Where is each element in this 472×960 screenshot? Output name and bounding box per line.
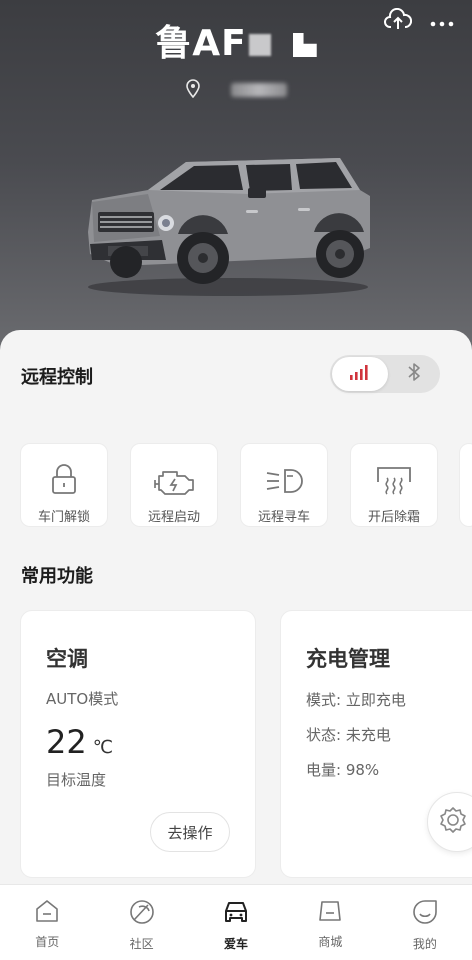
license-plate-text: 鲁AF: [155, 23, 247, 64]
top-actions: [384, 7, 454, 36]
shop-icon: [317, 899, 343, 927]
more-icon[interactable]: [430, 13, 454, 32]
remote-start-button[interactable]: 远程启动: [130, 443, 218, 527]
home-icon: [34, 899, 60, 927]
vehicle-location[interactable]: [0, 78, 472, 102]
more-control-peek[interactable]: [459, 443, 472, 527]
battery-level: 电量: 98%: [306, 761, 380, 779]
tab-label: 首页: [35, 935, 60, 949]
control-label: 远程寻车: [257, 510, 310, 525]
charging-title: 充电管理: [306, 647, 390, 671]
lock-icon: [49, 450, 79, 496]
tab-label: 社区: [129, 937, 154, 951]
community-icon: [129, 899, 155, 929]
charging-status: 状态: 未充电: [306, 726, 391, 744]
rear-defrost-button[interactable]: 开后除霜: [350, 443, 438, 527]
tab-community[interactable]: 社区: [94, 885, 188, 960]
cellular-option[interactable]: [332, 357, 388, 391]
charging-mode: 模式: 立即充电: [306, 691, 406, 709]
ac-temperature: 22 ℃: [46, 723, 113, 761]
tab-profile[interactable]: 我的: [378, 885, 472, 960]
tab-car[interactable]: 爱车: [189, 885, 283, 960]
ac-temperature-unit: ℃: [92, 737, 113, 758]
tab-label: 爱车: [224, 937, 249, 951]
ac-card[interactable]: 空调 AUTO模式 22 ℃ 目标温度 去操作: [20, 610, 256, 878]
remote-find-car-button[interactable]: 远程寻车: [240, 443, 328, 527]
connection-toggle[interactable]: [330, 355, 440, 393]
engine-icon: [153, 450, 195, 496]
common-functions-title: 常用功能: [21, 566, 93, 587]
remote-control-title: 远程控制: [21, 367, 93, 388]
tab-shop[interactable]: 商城: [283, 885, 377, 960]
rear-defrost-icon: [374, 450, 414, 496]
plate-mask: [248, 34, 271, 56]
ac-mode: AUTO模式: [46, 690, 119, 708]
ac-temperature-label: 目标温度: [46, 771, 107, 789]
profile-icon: [412, 899, 438, 929]
tab-label: 我的: [412, 937, 437, 951]
plate-mask-block: [292, 33, 317, 57]
vehicle-hero: 鲁AF: [0, 0, 472, 360]
tab-home[interactable]: 首页: [0, 885, 94, 960]
bluetooth-option[interactable]: [398, 361, 430, 387]
bottom-tab-bar: 首页 社区 爱车 商城 我的: [0, 884, 472, 960]
tab-label: 商城: [318, 935, 343, 949]
door-unlock-button[interactable]: 车门解锁: [20, 443, 108, 527]
gear-icon: [438, 805, 468, 839]
car-icon: [222, 899, 250, 929]
vehicle-image: [78, 150, 378, 304]
ac-operate-button[interactable]: 去操作: [150, 812, 230, 852]
signal-bars-icon: [349, 363, 371, 385]
bluetooth-icon: [407, 362, 421, 386]
ac-temperature-value: 22: [46, 723, 87, 761]
location-address-masked: [231, 83, 287, 97]
cloud-upload-icon[interactable]: [384, 7, 413, 36]
ac-title: 空调: [46, 647, 88, 671]
headlight-icon: [263, 450, 305, 496]
location-pin-icon: [185, 78, 201, 102]
control-label: 车门解锁: [37, 510, 90, 525]
control-label: 远程启动: [147, 510, 200, 525]
control-label: 开后除霜: [367, 510, 420, 525]
